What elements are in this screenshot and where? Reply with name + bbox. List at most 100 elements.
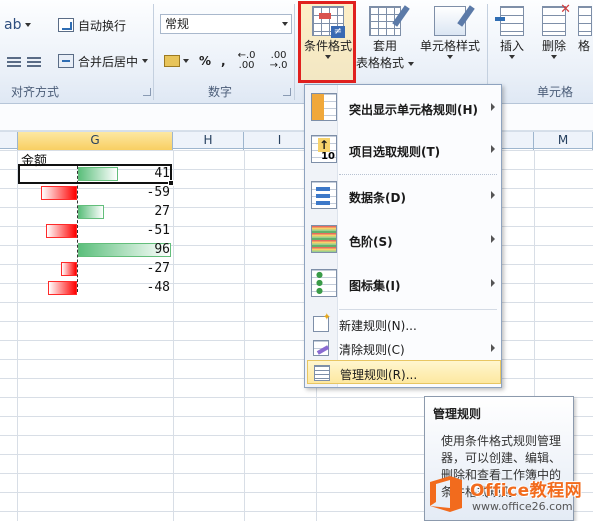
cell-value[interactable]: 27 — [78, 204, 170, 219]
menu-item-manage-rules[interactable]: 管理规则(R)... — [307, 360, 501, 384]
cell-value[interactable]: 96 — [78, 242, 170, 257]
menu-item-label: 图标集(I) — [349, 279, 401, 293]
submenu-arrow-icon — [491, 103, 495, 111]
menu-item-data-bars[interactable]: 数据条(D) — [307, 177, 501, 217]
selected-cell-border — [18, 164, 172, 184]
conditional-formatting-label: 条件格式 — [303, 39, 352, 53]
column-header-partial[interactable] — [0, 132, 18, 150]
menu-item-highlight-cells-rules[interactable]: 突出显示单元格规则(H) — [307, 89, 501, 129]
format-cells-button[interactable]: 格 — [576, 4, 593, 80]
decrease-decimal-button[interactable]: .00 →.0 — [268, 51, 290, 71]
menu-separator — [339, 309, 497, 310]
decrease-indent-icon[interactable] — [6, 54, 22, 68]
gridline — [173, 150, 174, 521]
data-bar — [41, 186, 77, 200]
watermark-title: Office教程网 — [470, 481, 583, 501]
chevron-down-icon — [408, 61, 414, 66]
format-label: 格 — [578, 39, 591, 53]
icon-sets-icon — [311, 269, 337, 297]
format-cells-icon — [578, 6, 592, 36]
chevron-down-icon — [447, 55, 453, 59]
menu-item-top-bottom-rules[interactable]: 项目选取规则(T) — [307, 131, 501, 171]
data-bar — [61, 262, 77, 276]
wrap-text-icon — [58, 18, 74, 32]
currency-icon — [164, 55, 180, 67]
dialog-launcher-icon[interactable] — [143, 88, 151, 96]
watermark: Office教程网 www.office26.com — [424, 472, 593, 521]
chevron-down-icon — [325, 55, 331, 59]
format-as-table-button[interactable]: 套用 表格格式 — [356, 4, 414, 80]
cell-styles-icon — [434, 6, 466, 36]
chevron-down-icon — [142, 59, 149, 63]
menu-item-clear-rules[interactable]: 清除规则(C) — [307, 336, 501, 360]
chevron-down-icon — [509, 55, 515, 59]
group-label-cells: 单元格 — [536, 85, 573, 99]
merge-center-label: 合并后居中 — [78, 54, 139, 69]
insert-label: 插入 — [499, 39, 524, 53]
insert-button[interactable]: 插入 — [492, 4, 532, 80]
menu-item-new-rule[interactable]: 新建规则(N)... — [307, 312, 501, 336]
menu-item-label: 数据条(D) — [349, 191, 406, 205]
menu-item-label: 突出显示单元格规则(H) — [349, 103, 479, 117]
format-as-table-label-1: 套用 — [372, 39, 397, 53]
submenu-arrow-icon — [491, 279, 495, 287]
fill-handle[interactable] — [168, 180, 174, 186]
column-header-h[interactable]: H — [173, 132, 244, 150]
menu-item-icon-sets[interactable]: 图标集(I) — [307, 265, 501, 305]
highlight-cells-icon — [311, 93, 337, 121]
cell-value[interactable]: -27 — [78, 261, 170, 276]
gridline — [17, 150, 18, 521]
chevron-down-icon — [183, 59, 189, 63]
menu-item-color-scales[interactable]: 色阶(S) — [307, 221, 501, 261]
column-header-m[interactable]: M — [534, 132, 593, 150]
menu-separator — [339, 174, 497, 175]
accounting-format-button[interactable] — [164, 55, 189, 67]
orientation-button[interactable]: ab — [4, 14, 32, 36]
merge-center-button[interactable]: 合并后居中 — [58, 50, 149, 72]
text-orientation-icon: ab — [4, 17, 22, 33]
delete-button[interactable]: 删除 — [534, 1, 574, 80]
increase-decimal-button[interactable]: ←.0 .00 — [236, 51, 258, 71]
increase-indent-icon[interactable] — [26, 54, 42, 68]
conditional-formatting-button[interactable]: 条件格式 — [300, 4, 356, 80]
dialog-launcher-icon[interactable] — [283, 88, 291, 96]
insert-cells-icon — [495, 6, 524, 36]
cell-value[interactable]: -59 — [78, 185, 170, 200]
delete-cells-icon — [542, 1, 571, 36]
watermark-url: www.office26.com — [472, 500, 573, 513]
ribbon: ab 自动换行 合并后居中 对齐方式 常规 % , ←.0 .00 .00 →.… — [0, 0, 593, 104]
cell-value[interactable]: -48 — [78, 280, 170, 295]
new-rule-icon — [313, 312, 331, 332]
group-separator — [153, 4, 154, 100]
column-headers: G H I M — [0, 131, 593, 150]
chevron-down-icon — [282, 22, 288, 26]
menu-item-label: 管理规则(R)... — [340, 368, 418, 382]
number-buttons: % , ←.0 .00 .00 →.0 — [164, 50, 290, 72]
number-format-value: 常规 — [165, 17, 190, 31]
manage-rules-icon — [314, 365, 330, 381]
data-bars-icon — [311, 181, 337, 209]
conditional-formatting-icon — [312, 6, 345, 38]
cell-styles-button[interactable]: 单元格样式 — [416, 4, 484, 80]
submenu-arrow-icon — [491, 235, 495, 243]
wrap-text-button[interactable]: 自动换行 — [58, 14, 126, 36]
menu-item-label: 项目选取规则(T) — [349, 145, 441, 159]
conditional-formatting-menu: 突出显示单元格规则(H) 项目选取规则(T) 数据条(D) 色阶(S) 图标集(… — [304, 84, 502, 388]
menu-item-label: 清除规则(C) — [339, 343, 405, 357]
clear-rules-icon — [313, 340, 329, 356]
column-header-g[interactable]: G — [18, 132, 173, 150]
cell-value[interactable]: -51 — [78, 223, 170, 238]
submenu-arrow-icon — [491, 145, 495, 153]
submenu-arrow-icon — [491, 191, 495, 199]
delete-label: 删除 — [541, 39, 566, 53]
menu-item-label: 新建规则(N)... — [339, 319, 417, 333]
comma-button[interactable]: , — [221, 54, 226, 68]
percent-button[interactable]: % — [199, 54, 211, 68]
indent-buttons — [6, 50, 42, 72]
chevron-down-icon — [551, 55, 557, 59]
number-format-select[interactable]: 常规 — [160, 14, 292, 34]
cell-styles-label: 单元格样式 — [419, 39, 480, 53]
group-label-alignment: 对齐方式 — [10, 85, 59, 99]
data-bar — [48, 281, 77, 295]
group-separator — [294, 4, 295, 100]
